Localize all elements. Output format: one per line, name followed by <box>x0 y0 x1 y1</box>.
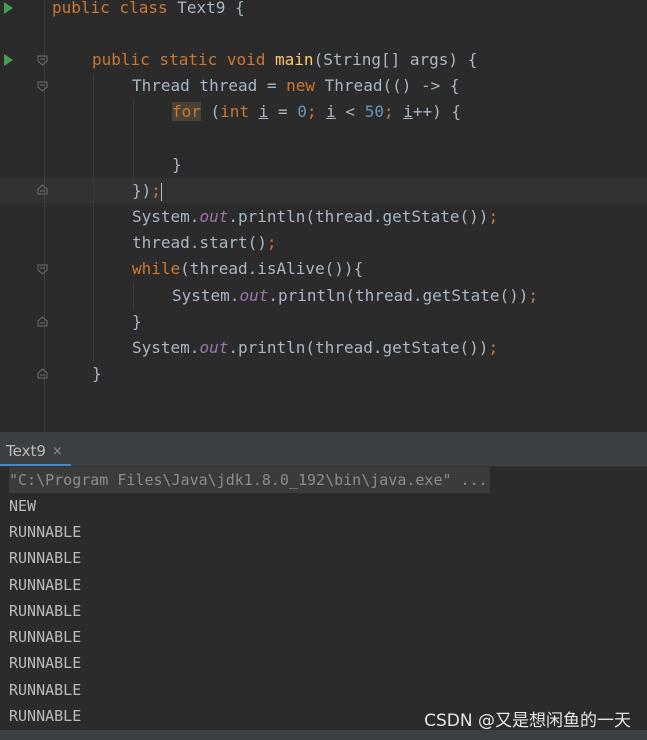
code-text: System. <box>132 338 200 357</box>
fold-end-icon[interactable] <box>37 184 48 195</box>
indent-guide <box>93 74 94 362</box>
code-text: .println(thread.getState()) <box>268 286 529 305</box>
method-name: main <box>275 50 314 69</box>
console-line: RUNNABLE <box>9 628 82 646</box>
code-text: }) <box>132 181 152 200</box>
loop-variable: i <box>258 102 269 121</box>
brace: } <box>172 155 182 174</box>
keyword: new <box>286 76 325 95</box>
console-line: NEW <box>9 497 37 515</box>
keyword: int <box>220 102 259 121</box>
code-line-lambda-close[interactable]: }); <box>132 178 162 204</box>
text-caret <box>160 182 162 201</box>
fold-end-icon[interactable] <box>37 316 48 327</box>
status-bar <box>0 730 647 740</box>
code-text: System. <box>132 207 200 226</box>
console-line: RUNNABLE <box>9 602 82 620</box>
indent-guide <box>133 100 134 188</box>
code-line-class-decl[interactable]: public class Text9 { <box>52 0 245 21</box>
console-command-line: "C:\Program Files\Java\jdk1.8.0_192\bin\… <box>9 467 490 493</box>
code-line-while[interactable]: while(thread.isAlive()){ <box>132 256 363 282</box>
keyword-for: for <box>172 102 201 121</box>
console-line: RUNNABLE <box>9 654 82 672</box>
semicolon: ; <box>488 207 499 226</box>
run-class-icon[interactable] <box>4 2 13 14</box>
console-line: RUNNABLE <box>9 576 82 594</box>
loop-variable: i <box>326 102 336 121</box>
fold-collapse-icon[interactable] <box>37 55 48 66</box>
console-line: RUNNABLE <box>9 681 82 699</box>
code-line-main-close[interactable]: } <box>92 361 102 387</box>
static-field: out <box>199 338 229 357</box>
fold-collapse-icon[interactable] <box>37 81 48 92</box>
number: 0 <box>297 102 307 121</box>
code-text: .println(thread.getState()) <box>228 338 489 357</box>
code-line-while-close[interactable]: } <box>132 309 142 335</box>
constructor: Thread(() -> { <box>324 76 460 95</box>
code-line-for-close[interactable]: } <box>172 152 182 178</box>
code-text: ( <box>200 102 221 121</box>
console-line: RUNNABLE <box>9 549 82 567</box>
semicolon: ; <box>151 181 161 200</box>
close-icon[interactable]: × <box>52 444 63 459</box>
code-line-main-decl[interactable]: public static void main(String[] args) { <box>92 47 477 73</box>
code-text: thread.start() <box>132 233 267 252</box>
code-line-thread-decl[interactable]: Thread thread = new Thread(() -> { <box>132 73 460 99</box>
semicolon: ; <box>306 102 327 121</box>
semicolon: ; <box>383 102 404 121</box>
loop-variable: i <box>403 102 413 121</box>
csdn-watermark: CSDN @又是想闲鱼的一天 <box>424 711 631 731</box>
console-line: RUNNABLE <box>9 707 82 725</box>
code-text: ++) { <box>412 102 462 121</box>
code-text: (thread.isAlive()){ <box>180 259 364 278</box>
code-line-println-1[interactable]: System.out.println(thread.getState()); <box>132 204 498 230</box>
brace: } <box>132 312 142 331</box>
code-text: < <box>335 102 365 121</box>
tab-run-text9[interactable]: Text9 × <box>0 438 71 466</box>
console-output[interactable]: "C:\Program Files\Java\jdk1.8.0_192\bin\… <box>0 467 647 730</box>
indent-guide <box>133 282 134 310</box>
keyword: public static void <box>92 50 276 69</box>
code-editor[interactable]: public class Text9 { public static void … <box>0 0 647 432</box>
fold-end-icon[interactable] <box>37 368 48 379</box>
keyword: public class <box>52 0 178 17</box>
number: 50 <box>364 102 384 121</box>
fold-collapse-icon[interactable] <box>37 264 48 275</box>
brace: } <box>92 364 102 383</box>
tab-label: Text9 <box>6 442 46 460</box>
run-tool-window-header: Text9 × <box>0 432 647 467</box>
keyword-while: while <box>132 259 181 278</box>
declaration: Thread thread = <box>132 76 287 95</box>
code-text: System. <box>172 286 240 305</box>
params: (String[] args) { <box>313 50 478 69</box>
run-main-icon[interactable] <box>4 54 13 66</box>
console-line: RUNNABLE <box>9 523 82 541</box>
semicolon: ; <box>266 233 277 252</box>
semicolon: ; <box>528 286 539 305</box>
class-name: Text9 { <box>177 0 245 17</box>
code-line-println-3[interactable]: System.out.println(thread.getState()); <box>132 335 498 361</box>
code-text: .println(thread.getState()) <box>228 207 489 226</box>
semicolon: ; <box>488 338 499 357</box>
code-line-println-2[interactable]: System.out.println(thread.getState()); <box>172 283 538 309</box>
code-text: = <box>268 102 298 121</box>
code-line-thread-start[interactable]: thread.start(); <box>132 230 277 256</box>
static-field: out <box>239 286 269 305</box>
current-line-highlight <box>0 178 647 203</box>
static-field: out <box>199 207 229 226</box>
code-line-for-loop[interactable]: for (int i = 0; i < 50; i++) { <box>172 99 461 125</box>
